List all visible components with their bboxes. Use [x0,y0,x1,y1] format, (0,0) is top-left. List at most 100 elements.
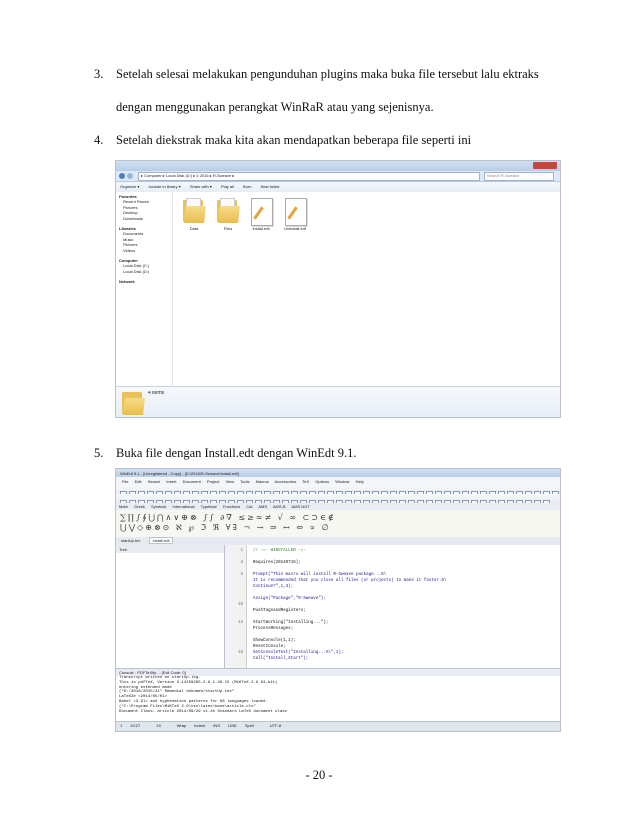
menu-item: Tools [240,479,250,484]
paragraph-5: 5. Buka file dengan Install.edt dengan Wi… [94,445,357,461]
paragraph-4: 4. Setelah diekstrak maka kita akan menda… [94,132,471,148]
menu-item: Help [355,479,364,484]
item-label: Files [223,226,233,231]
menu-item: Project [206,479,220,484]
code-line: StartWorking("Installing..."); [253,621,329,625]
line-gutter: 1 3 5 10 13 18 [225,545,247,668]
line-number: 13 [237,621,243,625]
item-label: Install.edt [252,226,270,231]
line-number: 3 [240,561,243,565]
tree-title: Tree [116,545,224,553]
code-editor: // -=- WINSTALLER -=- Requires(20140715);… [247,545,560,668]
menu-item: Document [182,479,201,484]
list-number: 3. [94,67,104,81]
item-count: 4 items [148,391,165,396]
item-label: Uninstall.edt [283,226,306,231]
console-title: Console - PDFTeXify ... [Exit Code: 0] [116,669,560,676]
line-number: 5 [240,573,243,577]
code-line: ProcessMessages; [253,627,294,631]
toolbar-item: Share with ▾ [189,184,212,189]
status-field: UTF-8 [269,723,282,728]
code-line: Continue?",1,3); [253,585,294,589]
back-icon [119,173,125,179]
tree-panel: Tree [116,545,225,668]
toolbar-item: Play all [221,184,234,189]
code-line: PushTagsandRegisters; [253,609,306,613]
status-field: LINE [227,723,237,728]
code-line: Prompt("This macro will install R-Sweave… [253,573,387,577]
menu-item: View [225,479,235,484]
math-symbols-icon: ∑∏∫∮⋃⋂∧∨⊕⊗ ∫∫ ∂∇ ≤≥≈≠ √ ∞ ⊂⊃∈∉ ⋃⋁◇⊕⊗⊙ ℵ ℘… [120,513,336,532]
code-line: SetConsoleText("Installing...%\",1); [253,651,344,655]
toolbar-item: Burn [243,184,252,189]
toolbar-item: Organize ▾ [120,184,140,189]
edt-file-icon [251,198,273,226]
folder-icon [122,390,145,416]
list-number: 5. [94,446,104,460]
menu-item: Macros [255,479,269,484]
file-list: Data Files Install.edt Uninstall.edt [173,192,560,387]
tab: Cal [246,504,253,509]
menu-item: File [122,479,129,484]
navigation-pane: Favorites Recent Places Pictures Desktop… [116,192,173,387]
paragraph-3: 3. Setelah selesai melakukan pengunduhan … [94,66,539,82]
code-line: // -=- WINSTALLER -=- [253,549,306,553]
close-icon [533,162,557,169]
list-number: 4. [94,133,104,147]
code-line: ShowConsole(1,1); [253,639,296,643]
line-number: 18 [237,651,243,655]
folder-icon [183,198,206,224]
details-pane: 4 items [116,386,560,417]
tab: Typeface [200,504,217,509]
toolbar-item: Include in library ▾ [148,184,181,189]
line-number: 10 [237,603,243,607]
code-line: Call("Install_Start"); [253,657,309,661]
menu-item: Edit [134,479,142,484]
search-field: Search R-Sweave [484,172,554,181]
tab: Symbols [151,504,167,509]
paragraph-text: Buka file dengan Install.edt dengan WinE… [116,446,357,460]
paragraph-text: dengan menggunakan perangkat WinRaR atau… [116,100,434,114]
code-line: It is recommended that you close all fil… [253,579,447,583]
toolbar-item: New folder [260,184,280,189]
status-field: Spell [244,723,254,728]
page-number: - 20 - [305,768,333,782]
status-field: 10:27 [130,723,141,728]
edt-file-icon [285,198,307,226]
menu-item: Search [147,479,161,484]
folder-icon [217,198,240,224]
status-field: Wrap [176,723,187,728]
paragraph-text: Setelah diekstrak maka kita akan mendapa… [116,133,472,147]
console-line: Document Class: article 2014/09/29 v1.4h… [119,709,288,714]
status-field: INS [213,723,220,728]
nav-item: Network [119,279,135,285]
tab-startup: startUp.tex [121,538,141,543]
explorer-screenshot: ▸ Computer ▸ Local Disk (D:) ▸ 0 2016 ▸ … [115,160,561,418]
paragraph-3-continued: dengan menggunakan perangkat WinRaR atau… [116,99,434,115]
menu-item: TeX [302,479,310,484]
tab: Functions [222,504,241,509]
tab: Greek [134,504,145,509]
address-field: ▸ Computer ▸ Local Disk (D:) ▸ 0 2016 ▸ … [138,172,480,181]
menu-item: Insert [166,479,177,484]
code-line: Requires(20140715); [253,561,301,565]
address-bar: ▸ Computer ▸ Local Disk (D:) ▸ 0 2016 ▸ … [116,171,560,182]
tab: AMS NOT [291,504,310,509]
status-field: 1 [120,723,123,728]
menu-item: Options [315,479,330,484]
tab: Math [119,504,128,509]
menu-item: Window [335,479,350,484]
paragraph-text: Setelah selesai melakukan pengunduhan pl… [116,67,539,81]
menu-item: Accessories [274,479,297,484]
status-bar: 1 10:27 19 Wrap Indent INS LINE Spell UTF-8 [116,721,560,731]
status-field: Indent [194,723,206,728]
window-titlebar [116,161,560,171]
symbol-palette: ∑∏∫∮⋃⋂∧∨⊕⊗ ∫∫ ∂∇ ≤≥≈≠ √ ∞ ⊂⊃∈∉ ⋃⋁◇⊕⊗⊙ ℵ ℘… [116,510,560,538]
item-label: Data [189,226,199,231]
winedt-screenshot: WinEdt 9.1 - [Unregistered - Copy] - [D:… [115,468,561,732]
status-field: 19 [156,723,161,728]
forward-icon [127,173,133,179]
line-number: 1 [240,549,243,553]
code-line: ResetConsole; [253,645,286,649]
console-panel: Console - PDFTeXify ... [Exit Code: 0] T… [116,668,560,723]
